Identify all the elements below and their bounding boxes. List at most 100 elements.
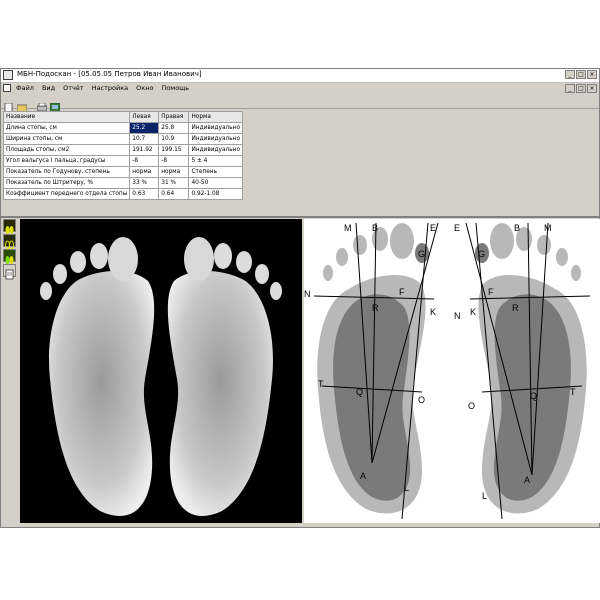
title-bar[interactable]: МБН-Подоскан - [05.05.05 Петров Иван Ива… (1, 69, 599, 83)
point-label: L (404, 483, 409, 493)
measurements-table: Название Левая Правая Норма Длина стопы,… (2, 111, 243, 200)
cell-left[interactable]: 191.92 (129, 144, 160, 156)
table-row[interactable]: Ширина стопы, см 10.7 10.9 Индивидуально (2, 133, 243, 145)
open-folder-icon[interactable] (16, 97, 28, 113)
cell-left[interactable]: 25.2 (129, 122, 160, 134)
menu-window[interactable]: Окно (136, 84, 153, 92)
cell-left[interactable]: 33 % (129, 177, 160, 189)
cell-left[interactable]: 0.63 (129, 188, 160, 200)
cell-name[interactable]: Коэффициент переднего отдела стопы (2, 188, 131, 200)
point-label: A (524, 475, 530, 485)
cell-norm[interactable]: Степень (188, 166, 243, 178)
cell-norm[interactable]: Индивидуально (188, 122, 243, 134)
foot-analysis-diagram[interactable]: M B E G N F R K T Q O A L E B M G F R K … (304, 219, 600, 523)
point-label: B (514, 223, 520, 233)
table-row[interactable]: Показатель по Штритеру, % 33 % 31 % 40-5… (2, 177, 243, 189)
doc-close-button[interactable]: × (587, 84, 597, 93)
menu-help[interactable]: Помощь (161, 84, 189, 92)
cell-name[interactable]: Длина стопы, см (2, 122, 131, 134)
point-label: G (478, 249, 485, 259)
export-icon[interactable] (49, 97, 61, 113)
table-row[interactable]: Показатель по Годунову, степень норма но… (2, 166, 243, 178)
point-label: T (318, 379, 324, 389)
menu-settings[interactable]: Настройка (92, 84, 128, 92)
header-left[interactable]: Левая (129, 111, 160, 123)
point-label: R (372, 303, 379, 313)
view-toolbar (3, 219, 16, 280)
point-label: T (570, 387, 576, 397)
point-label: M (344, 223, 352, 233)
foot-scan-image[interactable] (20, 219, 302, 523)
point-label: M (544, 223, 552, 233)
point-label: L (482, 491, 487, 501)
maximize-button[interactable]: □ (576, 70, 586, 79)
feet-icon[interactable] (3, 219, 16, 234)
table-row[interactable]: Коэффициент переднего отдела стопы 0.63 … (2, 188, 243, 200)
menu-report[interactable]: Отчёт (63, 84, 84, 92)
splitter[interactable] (1, 216, 599, 218)
point-label: K (430, 307, 436, 317)
feet-color-icon[interactable] (3, 249, 16, 264)
right-foot-photo (167, 237, 282, 516)
cell-right[interactable]: 199.15 (158, 144, 190, 156)
point-label: N (304, 289, 311, 299)
print-icon[interactable] (36, 97, 48, 112)
cell-norm[interactable]: 5 ± 4 (188, 155, 243, 167)
cell-right[interactable]: 10.9 (158, 133, 190, 145)
point-label: K (470, 307, 476, 317)
point-label: R (512, 303, 519, 313)
cell-right[interactable]: 25.8 (158, 122, 190, 134)
point-label: O (468, 401, 475, 411)
toolbar (1, 95, 599, 113)
cell-left[interactable]: -8 (129, 155, 160, 167)
doc-restore-button[interactable]: □ (576, 84, 586, 93)
cell-name[interactable]: Угол вальгуса I пальца, градусы (2, 155, 131, 167)
header-name[interactable]: Название (2, 111, 131, 123)
new-document-icon[interactable] (4, 97, 14, 113)
analysis-svg: M B E G N F R K T Q O A L E B M G F R K … (304, 222, 591, 520)
menu-file[interactable]: Файл (16, 84, 34, 92)
point-label: Q (530, 391, 537, 401)
cell-right[interactable]: норма (158, 166, 190, 178)
header-right[interactable]: Правая (158, 111, 190, 123)
table-row[interactable]: Угол вальгуса I пальца, градусы -8 -8 5 … (2, 155, 243, 167)
cell-name[interactable]: Показатель по Годунову, степень (2, 166, 131, 178)
close-button[interactable]: × (587, 70, 597, 79)
left-foot-photo (40, 237, 155, 516)
cell-left[interactable]: норма (129, 166, 160, 178)
cell-right[interactable]: 31 % (158, 177, 190, 189)
point-label: E (454, 223, 460, 233)
document-icon[interactable] (3, 84, 11, 92)
point-label: B (372, 223, 378, 233)
cell-norm[interactable]: Индивидуально (188, 133, 243, 145)
report-icon[interactable] (3, 264, 16, 280)
menu-view[interactable]: Вид (42, 84, 55, 92)
cell-right[interactable]: 0.64 (158, 188, 190, 200)
table-row[interactable]: Длина стопы, см 25.2 25.8 Индивидуально (2, 122, 243, 134)
cell-name[interactable]: Ширина стопы, см (2, 133, 131, 145)
cell-norm[interactable]: 40-50 (188, 177, 243, 189)
point-label: F (488, 287, 494, 297)
point-label: G (418, 249, 425, 259)
cell-right[interactable]: -8 (158, 155, 190, 167)
app-icon[interactable] (3, 70, 13, 80)
header-norm[interactable]: Норма (188, 111, 243, 123)
point-label: A (360, 471, 366, 481)
cell-left[interactable]: 10.7 (129, 133, 160, 145)
cell-name[interactable]: Показатель по Штритеру, % (2, 177, 131, 189)
minimize-button[interactable]: _ (565, 70, 575, 79)
table-row[interactable]: Площадь стопы, см2 191.92 199.15 Индивид… (2, 144, 243, 156)
feet-outline-icon[interactable] (3, 234, 16, 250)
cell-name[interactable]: Площадь стопы, см2 (2, 144, 131, 156)
doc-minimize-button[interactable]: _ (565, 84, 575, 93)
window-title: МБН-Подоскан - [05.05.05 Петров Иван Ива… (17, 70, 202, 78)
app-window: МБН-Подоскан - [05.05.05 Петров Иван Ива… (0, 68, 600, 528)
cell-norm[interactable]: Индивидуально (188, 144, 243, 156)
foot-scan-svg (40, 237, 282, 516)
point-label: Q (356, 387, 363, 397)
point-label: E (430, 223, 436, 233)
point-label: O (418, 395, 425, 405)
point-label: F (399, 287, 405, 297)
cell-norm[interactable]: 0.92-1.08 (188, 188, 243, 200)
menu-bar: Файл Вид Отчёт Настройка Окно Помощь _ □… (1, 83, 599, 94)
